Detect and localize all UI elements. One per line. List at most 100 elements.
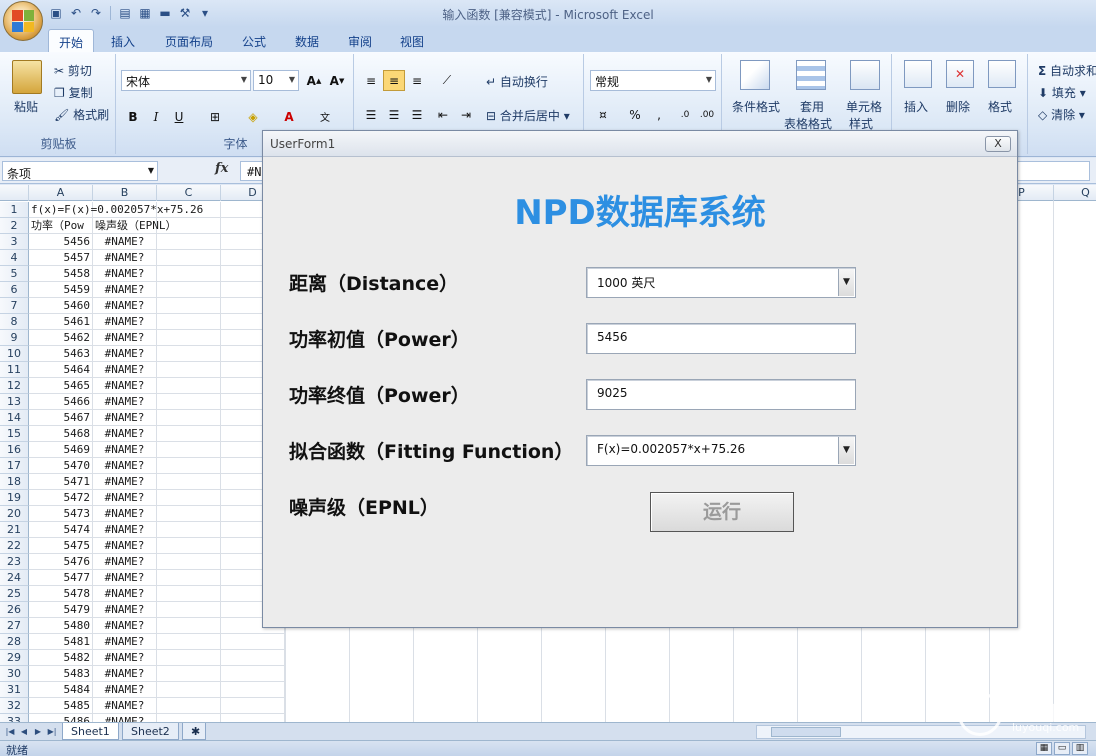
cell-c[interactable] [157,362,221,378]
cell-a[interactable]: 5466 [29,394,93,410]
page-break-view-icon[interactable]: ▥ [1072,742,1088,755]
cell-c[interactable] [157,586,221,602]
italic-icon[interactable]: I [145,106,167,127]
cell-d[interactable] [221,634,285,650]
cell-a[interactable]: 5460 [29,298,93,314]
row-header[interactable]: 28 [0,634,29,650]
row-header[interactable]: 3 [0,234,29,250]
cell-c[interactable] [157,442,221,458]
scrollbar-thumb[interactable] [771,727,841,737]
cell-c[interactable] [157,634,221,650]
cell-c[interactable] [157,490,221,506]
insert-cells-icon[interactable] [904,60,932,88]
comma-icon[interactable]: , [648,104,670,125]
decrease-decimal-icon[interactable]: .00 [696,104,718,125]
merge-center-button[interactable]: ⊟ 合并后居中 ▾ [486,107,570,124]
row-header[interactable]: 33 [0,714,29,722]
cell-a[interactable]: 5477 [29,570,93,586]
row-header[interactable]: 32 [0,698,29,714]
fitting-function-select[interactable]: F(x)=0.002057*x+75.26 ▼ [586,435,856,466]
cell-a[interactable]: 5486 [29,714,93,722]
cell-d[interactable] [221,682,285,698]
number-format-combo[interactable]: 常规 ▼ [590,70,716,91]
cut-button[interactable]: ✂ 剪切 [54,62,92,79]
select-all-corner[interactable] [0,185,29,201]
cell-a[interactable]: 5479 [29,602,93,618]
column-header-c[interactable]: C [157,185,221,201]
border-icon[interactable]: ⊞ [204,106,226,127]
cell-c[interactable] [157,394,221,410]
row-header[interactable]: 20 [0,506,29,522]
cell-styles-button-line1[interactable]: 单元格 [846,98,882,115]
decrease-indent-icon[interactable]: ⇤ [432,104,454,125]
delete-cells-button[interactable]: 删除 [946,98,970,115]
cell-a[interactable]: 5456 [29,234,93,250]
cell-b[interactable]: #NAME? [93,362,157,378]
row-header[interactable]: 19 [0,490,29,506]
cell-c[interactable] [157,602,221,618]
cell-a[interactable]: 5483 [29,666,93,682]
cell-b[interactable]: #NAME? [93,618,157,634]
cell-a[interactable]: 5464 [29,362,93,378]
row-header[interactable]: 23 [0,554,29,570]
cell-b[interactable]: #NAME? [93,330,157,346]
cell-a[interactable]: 5463 [29,346,93,362]
cell-a[interactable]: 5481 [29,634,93,650]
cell-a[interactable]: 5462 [29,330,93,346]
cell-b[interactable]: #NAME? [93,714,157,722]
cell-a[interactable]: 5471 [29,474,93,490]
cell-c[interactable] [157,650,221,666]
row-header[interactable]: 9 [0,330,29,346]
cell-a[interactable]: 5484 [29,682,93,698]
phonetic-icon[interactable]: 文 [314,106,336,127]
row-header[interactable]: 22 [0,538,29,554]
row-header[interactable]: 2 [0,218,29,234]
align-bottom-icon[interactable]: ≡ [406,70,428,91]
cell-c[interactable] [157,682,221,698]
font-size-combo[interactable]: 10 ▼ [253,70,299,91]
increase-decimal-icon[interactable]: .0 [674,104,696,125]
cell-c[interactable] [157,474,221,490]
cell-b[interactable]: #NAME? [93,458,157,474]
cell-b[interactable]: #NAME? [93,394,157,410]
cell-b[interactable]: #NAME? [93,570,157,586]
normal-view-icon[interactable]: ▦ [1036,742,1052,755]
row-header[interactable]: 29 [0,650,29,666]
cell-b[interactable]: #NAME? [93,602,157,618]
last-sheet-icon[interactable]: ▶| [46,725,58,738]
row-header[interactable]: 10 [0,346,29,362]
row-header[interactable]: 13 [0,394,29,410]
cell-c[interactable] [157,426,221,442]
power-end-input[interactable]: 9025 [586,379,856,410]
row-header[interactable]: 5 [0,266,29,282]
paste-icon[interactable] [12,60,42,94]
run-button[interactable]: 运行 [650,492,794,532]
cell-d[interactable] [221,698,285,714]
tab-view[interactable]: 视图 [390,29,434,52]
cell-b[interactable]: #NAME? [93,682,157,698]
font-color-icon[interactable]: A [278,106,300,127]
cell-a[interactable]: 5465 [29,378,93,394]
tab-formulas[interactable]: 公式 [232,29,276,52]
cell-b[interactable]: #NAME? [93,346,157,362]
fill-button[interactable]: ⬇ 填充 ▾ [1038,84,1086,101]
cell-b[interactable]: #NAME? [93,522,157,538]
grow-font-icon[interactable]: A ▲ [303,70,325,91]
cell-a[interactable]: f(x)=F(x)=0.002057*x+75.26 [29,202,203,218]
cell-b[interactable]: #NAME? [93,234,157,250]
align-center-icon[interactable]: ☰ [383,104,405,125]
cell-c[interactable] [157,282,221,298]
cell-a[interactable]: 5470 [29,458,93,474]
cell-b[interactable]: #NAME? [93,410,157,426]
column-header-a[interactable]: A [29,185,93,201]
row-header[interactable]: 12 [0,378,29,394]
align-middle-icon[interactable]: ≡ [383,70,405,91]
cell-b[interactable]: #NAME? [93,698,157,714]
cell-a[interactable]: 5457 [29,250,93,266]
first-sheet-icon[interactable]: |◀ [4,725,16,738]
row-header[interactable]: 8 [0,314,29,330]
cell-b[interactable]: #NAME? [93,634,157,650]
tab-data[interactable]: 数据 [285,29,329,52]
row-header[interactable]: 15 [0,426,29,442]
underline-icon[interactable]: U [168,106,190,127]
